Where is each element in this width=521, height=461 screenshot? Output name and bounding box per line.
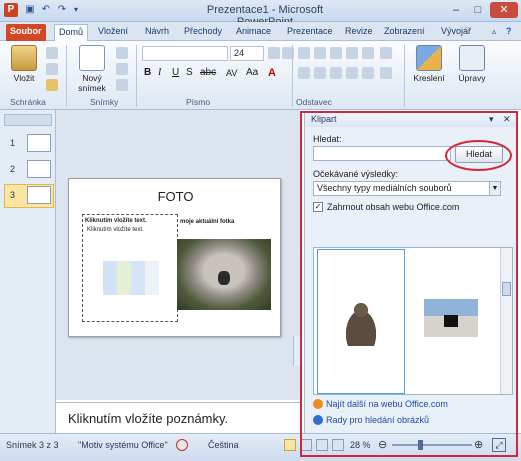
- customize-qat-icon[interactable]: ▾: [70, 4, 82, 16]
- left-content-placeholder[interactable]: Kliknutím vložíte text. Kliknutím vložít…: [82, 214, 178, 322]
- tab-view[interactable]: Zobrazení: [380, 24, 429, 41]
- thumbnail-number: 1: [10, 138, 16, 148]
- underline-icon[interactable]: U: [172, 67, 179, 78]
- koala-nose: [218, 271, 230, 285]
- slide-canvas[interactable]: FOTO Kliknutím vložíte text. Kliknutím v…: [68, 178, 281, 337]
- format-painter-icon[interactable]: [46, 79, 58, 91]
- slide-scroll-controls[interactable]: [293, 336, 300, 366]
- line-spacing-icon[interactable]: [362, 47, 374, 59]
- tab-home[interactable]: Domů: [54, 24, 89, 41]
- bullets-icon[interactable]: [298, 47, 310, 59]
- char-spacing-icon[interactable]: AV: [226, 68, 237, 78]
- spellcheck-icon[interactable]: [176, 439, 188, 451]
- font-group-label: Písmo: [186, 97, 211, 107]
- save-icon[interactable]: ▣: [24, 4, 36, 16]
- tab-transitions[interactable]: Přechody: [180, 24, 226, 41]
- new-slide-icon: [79, 45, 105, 71]
- collapse-ribbon-icon[interactable]: ▵: [488, 24, 500, 41]
- theme-name[interactable]: "Motiv systému Office": [78, 440, 168, 450]
- redo-icon[interactable]: ↷: [56, 4, 68, 16]
- slide-counter: Snímek 3 z 3: [6, 440, 59, 450]
- tab-review[interactable]: Revize: [341, 24, 377, 41]
- slide-thumbnail-1[interactable]: [27, 134, 51, 152]
- numbering-icon[interactable]: [314, 47, 326, 59]
- language[interactable]: Čeština: [208, 440, 239, 450]
- slide-thumbnail-2[interactable]: [27, 160, 51, 178]
- powerpoint-app-icon[interactable]: P: [4, 3, 18, 17]
- right-heading: moje aktuální fotka: [180, 219, 235, 225]
- decrease-indent-icon[interactable]: [330, 47, 342, 59]
- notes-pane[interactable]: Kliknutím vložíte poznámky.: [56, 402, 300, 433]
- align-text-icon[interactable]: [380, 67, 392, 79]
- tab-slideshow[interactable]: Prezentace: [283, 24, 337, 41]
- italic-icon[interactable]: I: [158, 67, 161, 78]
- font-name-input[interactable]: [142, 46, 228, 61]
- text-direction-icon[interactable]: [380, 47, 392, 59]
- cut-icon[interactable]: [46, 47, 58, 59]
- bold-icon[interactable]: B: [144, 67, 151, 78]
- align-left-icon[interactable]: [298, 67, 310, 79]
- copy-icon[interactable]: [46, 63, 58, 75]
- slides-thumbnail-panel: 1 2 3: [0, 110, 56, 433]
- tab-file[interactable]: Soubor: [6, 24, 46, 41]
- ribbon: Vložit Schránka Nový snímek Snímky 24 B …: [0, 41, 521, 110]
- strikethrough-icon[interactable]: abc: [200, 67, 216, 78]
- layout-icon[interactable]: [116, 47, 128, 59]
- new-slide-label-1: Nový: [82, 73, 102, 83]
- tab-insert[interactable]: Vložení: [94, 24, 132, 41]
- shadow-icon[interactable]: S: [186, 67, 193, 78]
- justify-icon[interactable]: [346, 67, 358, 79]
- group-divider: [66, 45, 67, 107]
- group-divider: [404, 45, 405, 107]
- slide-title[interactable]: FOTO: [69, 189, 282, 204]
- normal-view-icon[interactable]: [284, 439, 296, 451]
- annotation-oval-search: [445, 140, 512, 171]
- tab-animations[interactable]: Animace: [232, 24, 275, 41]
- koala-photo[interactable]: [177, 239, 271, 310]
- tab-design[interactable]: Návrh: [141, 24, 173, 41]
- group-divider: [136, 45, 137, 107]
- editing-label: Úpravy: [458, 73, 486, 83]
- title-bar: P ▣ ↶ ↷ ▾ Prezentace1 - Microsoft PowerP…: [0, 0, 521, 28]
- section-icon[interactable]: [116, 79, 128, 91]
- slides-group-label: Snímky: [90, 97, 119, 107]
- drawing-button[interactable]: Kreslení: [410, 45, 448, 83]
- font-color-icon[interactable]: A: [268, 67, 276, 79]
- group-divider: [292, 45, 293, 107]
- columns-icon[interactable]: [362, 67, 374, 79]
- align-center-icon[interactable]: [314, 67, 326, 79]
- paste-label: Vložit: [13, 73, 35, 83]
- font-size-input[interactable]: 24: [230, 46, 264, 61]
- editing-button[interactable]: Úpravy: [454, 45, 490, 83]
- tab-developer[interactable]: Vývojář: [437, 24, 475, 41]
- paragraph-group-label: Odstavec: [296, 97, 332, 107]
- thumbnail-number: 3: [10, 190, 16, 200]
- maximize-button[interactable]: □: [468, 2, 488, 18]
- shapes-icon: [416, 45, 442, 71]
- left-heading: Kliknutím vložíte text.: [85, 218, 147, 224]
- new-slide-label-2: snímek: [78, 83, 106, 93]
- new-slide-button[interactable]: Nový snímek: [72, 45, 112, 93]
- slide-thumbnail-3[interactable]: [27, 186, 51, 204]
- reset-icon[interactable]: [116, 63, 128, 75]
- ribbon-tabs: Soubor Domů Vložení Návrh Přechody Anima…: [0, 22, 521, 41]
- clipboard-icon: [11, 45, 37, 71]
- align-right-icon[interactable]: [330, 67, 342, 79]
- increase-indent-icon[interactable]: [346, 47, 358, 59]
- thumbnail-number: 2: [10, 164, 16, 174]
- clipboard-group-label: Schránka: [10, 97, 46, 107]
- insert-content-icons[interactable]: [103, 261, 159, 295]
- close-button[interactable]: ✕: [490, 2, 518, 18]
- paste-button[interactable]: Vložit: [6, 45, 42, 83]
- drawing-label: Kreslení: [413, 73, 445, 83]
- minimize-button[interactable]: –: [446, 2, 466, 18]
- help-icon[interactable]: ?: [502, 24, 516, 41]
- undo-icon[interactable]: ↶: [40, 4, 52, 16]
- thumbnail-tabs[interactable]: [4, 114, 52, 126]
- binoculars-icon: [459, 45, 485, 71]
- change-case-icon[interactable]: Aa: [246, 67, 258, 78]
- left-bullet: Kliknutím vložíte text.: [87, 227, 144, 233]
- grow-font-icon[interactable]: [268, 47, 280, 59]
